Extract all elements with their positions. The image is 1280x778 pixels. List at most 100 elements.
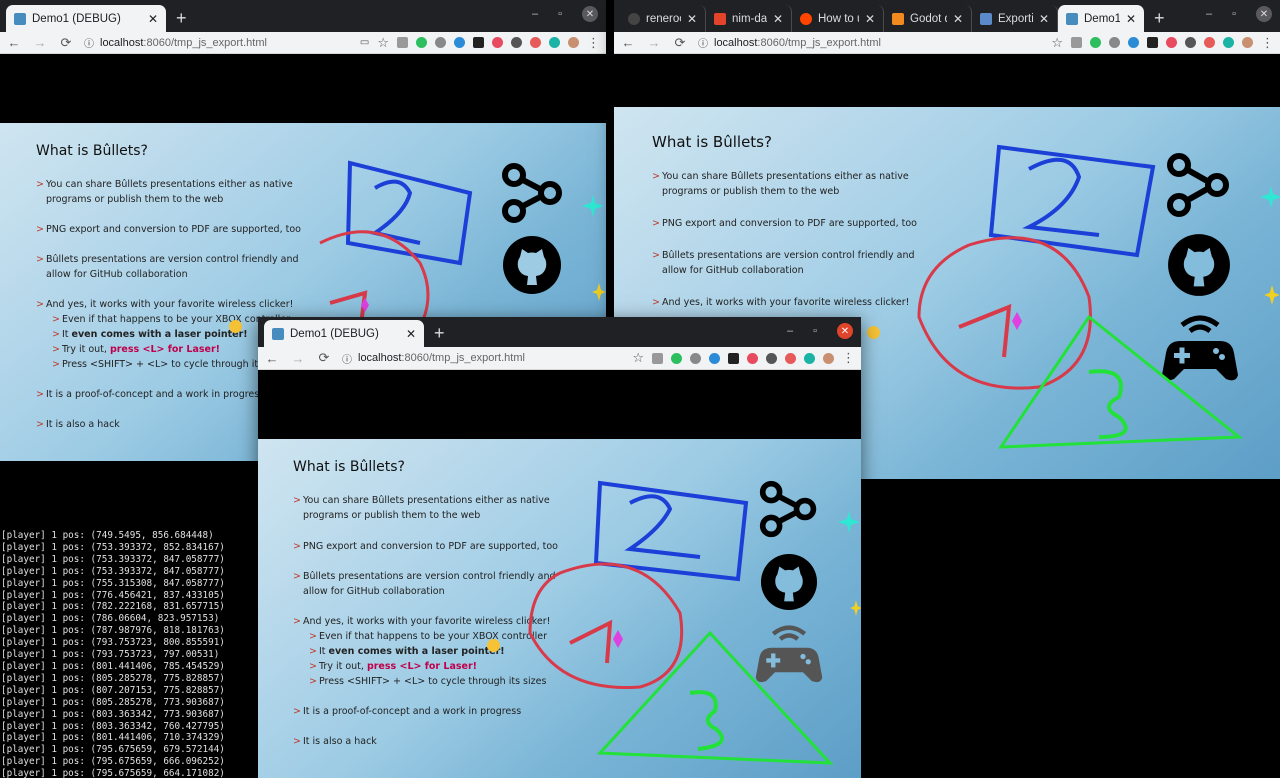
reload-icon[interactable]: ⟳ (316, 350, 332, 366)
sparkle-icon (1264, 285, 1280, 305)
sub-bullet: Even if that happens to be your XBOX con… (52, 312, 290, 327)
extension-icon[interactable] (530, 37, 541, 48)
bullet: You can share Bûllets presentations eith… (652, 169, 909, 199)
close-window-button[interactable]: ✕ (837, 323, 853, 339)
profile-avatar[interactable] (823, 352, 834, 364)
extension-icon[interactable] (709, 352, 720, 364)
browser-toolbar: ← → ⟳ ⓘ localhost:8060/tmp_js_export.htm… (258, 347, 861, 370)
new-tab-button[interactable]: + (1144, 5, 1175, 32)
extension-icon[interactable] (454, 37, 465, 48)
menu-icon[interactable]: ⋮ (587, 35, 600, 51)
close-tab-icon[interactable]: ✕ (148, 12, 158, 26)
forward-icon[interactable]: → (646, 35, 662, 50)
menu-icon[interactable]: ⋮ (1261, 35, 1274, 51)
dropbox-icon[interactable] (690, 352, 701, 364)
close-tab-icon[interactable]: ✕ (865, 12, 875, 26)
reload-icon[interactable]: ⟳ (58, 35, 74, 51)
notion-icon[interactable] (1147, 37, 1158, 48)
sparkle-icon (850, 600, 861, 616)
extension-icon[interactable] (1166, 37, 1177, 48)
bullet: Bûllets presentations are version contro… (652, 248, 915, 278)
github-icon (503, 236, 561, 294)
terminal-line: [player] 1 pos: (803.363342, 760.427795) (1, 720, 225, 732)
tab-demo1[interactable]: Demo1 (DEBUG) ✕ (6, 5, 166, 32)
forward-icon[interactable]: → (290, 351, 306, 366)
back-icon[interactable]: ← (264, 351, 280, 366)
extension-icon[interactable] (492, 37, 503, 48)
extension-icon[interactable] (1071, 37, 1082, 48)
minimize-button[interactable]: – (532, 8, 538, 20)
terminal-line: [player] 1 pos: (749.5495, 856.684448) (1, 530, 214, 541)
tab-renerocks[interactable]: renerocks✕ (620, 5, 706, 32)
profile-avatar[interactable] (568, 37, 579, 48)
cast-icon[interactable]: ▭ (360, 37, 369, 48)
evernote-icon[interactable] (671, 352, 682, 364)
extension-icon[interactable] (1185, 37, 1196, 48)
address-bar[interactable]: ⓘ localhost:8060/tmp_js_export.html (342, 351, 622, 366)
extension-icon[interactable] (747, 352, 758, 364)
close-tab-icon[interactable]: ✕ (406, 327, 416, 341)
tab-exporting[interactable]: Exporting✕ (972, 5, 1058, 32)
extension-icon[interactable] (1223, 37, 1234, 48)
extension-icon[interactable] (804, 352, 815, 364)
tab-demo1[interactable]: Demo1 (D✕ (1058, 5, 1144, 32)
bookmark-star-icon[interactable]: ☆ (1051, 35, 1063, 51)
new-tab-button[interactable]: + (424, 320, 455, 347)
terminal-line: [player] 1 pos: (782.222168, 831.657715) (1, 601, 225, 613)
window-controls: – ▫ ✕ (787, 323, 853, 339)
notion-icon[interactable] (473, 37, 484, 48)
extension-icon[interactable] (652, 352, 663, 364)
browser-toolbar: ← → ⟳ ⓘ localhost:8060/tmp_js_export.htm… (614, 32, 1280, 54)
maximize-button[interactable]: ▫ (813, 325, 817, 337)
bookmark-star-icon[interactable]: ☆ (377, 35, 389, 51)
close-tab-icon[interactable]: ✕ (1039, 12, 1049, 26)
terminal-line: [player] 1 pos: (793.753723, 797.00531) (1, 649, 220, 661)
close-tab-icon[interactable]: ✕ (1126, 12, 1136, 26)
back-icon[interactable]: ← (6, 35, 22, 50)
maximize-button[interactable]: ▫ (1232, 8, 1236, 20)
dropbox-icon[interactable] (435, 37, 446, 48)
terminal-line: [player] 1 pos: (753.393372, 852.834167) (1, 541, 225, 553)
menu-icon[interactable]: ⋮ (842, 350, 855, 366)
back-icon[interactable]: ← (620, 35, 636, 50)
close-tab-icon[interactable]: ✕ (953, 12, 963, 26)
minimize-button[interactable]: – (787, 325, 793, 337)
evernote-icon[interactable] (416, 37, 427, 48)
address-bar[interactable]: ⓘ localhost:8060/tmp_js_export.html (698, 35, 1041, 51)
close-window-button[interactable]: ✕ (582, 6, 598, 22)
tab-demo1[interactable]: Demo1 (DEBUG) ✕ (264, 320, 424, 347)
extension-icon[interactable] (549, 37, 560, 48)
gitlab-favicon-icon (714, 12, 726, 25)
extension-icon[interactable] (766, 352, 777, 364)
extension-icon[interactable] (785, 352, 796, 364)
tab-strip: renerocks✕ nim-data✕ How to us✕ Godot de… (614, 0, 1280, 32)
notion-icon[interactable] (728, 352, 739, 364)
minimize-button[interactable]: – (1206, 8, 1212, 20)
slide-title: What is Bûllets? (652, 133, 772, 151)
annotation-drawing (917, 144, 1244, 449)
address-bar[interactable]: ⓘ localhost:8060/tmp_js_export.html (84, 35, 350, 51)
extension-icon[interactable] (511, 37, 522, 48)
tab-godot-docs[interactable]: Godot de✕ (884, 5, 972, 32)
dropbox-icon[interactable] (1109, 37, 1120, 48)
page-favicon-icon (980, 12, 992, 25)
forward-icon[interactable]: → (32, 35, 48, 50)
tab-nim-data[interactable]: nim-data✕ (706, 5, 792, 32)
bookmark-star-icon[interactable]: ☆ (632, 350, 644, 366)
emoji-icon (229, 320, 242, 333)
terminal-line: [player] 1 pos: (753.393372, 847.058777) (1, 553, 225, 565)
close-tab-icon[interactable]: ✕ (773, 12, 783, 26)
close-tab-icon[interactable]: ✕ (687, 12, 697, 26)
evernote-icon[interactable] (1090, 37, 1101, 48)
close-window-button[interactable]: ✕ (1256, 6, 1272, 22)
extension-icon[interactable] (1128, 37, 1139, 48)
extension-icon[interactable] (397, 37, 408, 48)
extension-icon[interactable] (1204, 37, 1215, 48)
sub-bullet: It even comes with a laser pointer! (52, 327, 248, 342)
reload-icon[interactable]: ⟳ (672, 35, 688, 51)
maximize-button[interactable]: ▫ (558, 8, 562, 20)
new-tab-button[interactable]: + (166, 5, 197, 32)
tab-how-to-use[interactable]: How to us✕ (792, 5, 884, 32)
bullet: PNG export and conversion to PDF are sup… (652, 216, 917, 231)
profile-avatar[interactable] (1242, 37, 1253, 48)
